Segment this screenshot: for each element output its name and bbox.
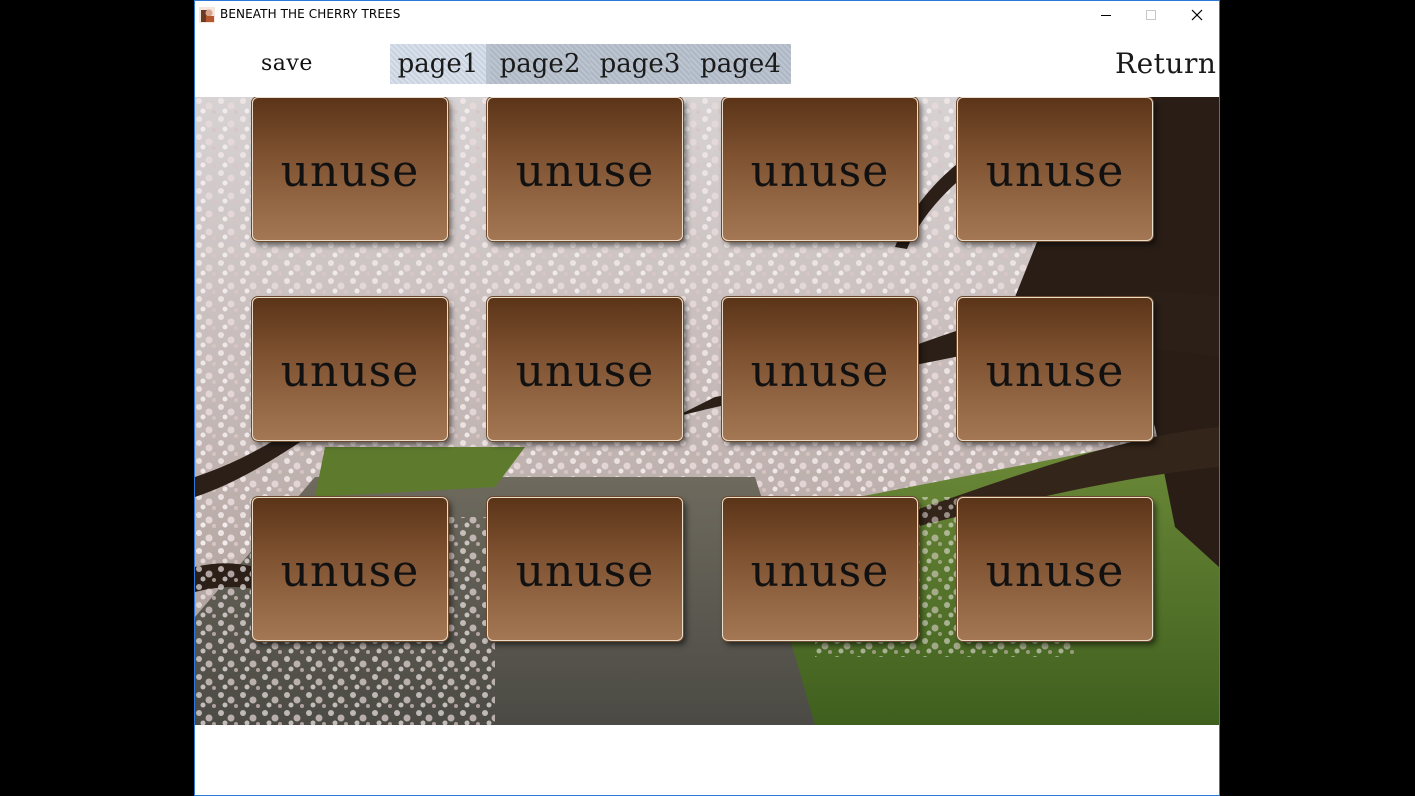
cherry-blossom-background: unuse unuse unuse unuse unuse unuse unus… — [195, 97, 1219, 725]
save-slot-1[interactable]: unuse — [252, 97, 448, 241]
save-slot-12[interactable]: unuse — [957, 497, 1153, 641]
save-slot-6[interactable]: unuse — [487, 297, 683, 441]
message-area — [195, 725, 1219, 795]
slot-label: unuse — [750, 345, 890, 397]
minimize-icon — [1101, 15, 1111, 16]
screen-title-save: save — [261, 51, 313, 76]
slot-label: unuse — [985, 345, 1125, 397]
slot-label: unuse — [280, 345, 420, 397]
return-button[interactable]: Return — [1115, 47, 1216, 80]
title-bar[interactable]: BENEATH THE CHERRY TREES — [195, 1, 1219, 29]
save-slot-4[interactable]: unuse — [957, 97, 1153, 241]
save-slot-10[interactable]: unuse — [487, 497, 683, 641]
tab-page1[interactable]: page1 — [390, 44, 486, 84]
slot-label: unuse — [985, 145, 1125, 197]
save-slot-7[interactable]: unuse — [722, 297, 918, 441]
tab-page3[interactable]: page3 — [590, 44, 690, 84]
slot-label: unuse — [515, 145, 655, 197]
tab-page2[interactable]: page2 — [490, 44, 590, 84]
minimize-button[interactable] — [1083, 1, 1129, 29]
maximize-button[interactable] — [1128, 1, 1174, 29]
app-icon — [199, 7, 215, 23]
save-slot-3[interactable]: unuse — [722, 97, 918, 241]
save-slot-5[interactable]: unuse — [252, 297, 448, 441]
slot-label: unuse — [280, 545, 420, 597]
close-button[interactable] — [1174, 1, 1220, 29]
save-slot-8[interactable]: unuse — [957, 297, 1153, 441]
slot-label: unuse — [985, 545, 1125, 597]
slot-label: unuse — [750, 545, 890, 597]
maximize-icon — [1146, 10, 1156, 20]
window-title: BENEATH THE CHERRY TREES — [220, 7, 401, 21]
slot-label: unuse — [515, 545, 655, 597]
game-window: BENEATH THE CHERRY TREES save page1 page… — [194, 0, 1220, 796]
slot-label: unuse — [280, 145, 420, 197]
menu-bar: save page1 page2 page3 page4 Return — [195, 29, 1219, 97]
close-icon — [1191, 9, 1203, 21]
save-slot-2[interactable]: unuse — [487, 97, 683, 241]
save-slot-9[interactable]: unuse — [252, 497, 448, 641]
tab-page4[interactable]: page4 — [690, 44, 791, 84]
save-slot-11[interactable]: unuse — [722, 497, 918, 641]
slot-label: unuse — [515, 345, 655, 397]
slot-label: unuse — [750, 145, 890, 197]
